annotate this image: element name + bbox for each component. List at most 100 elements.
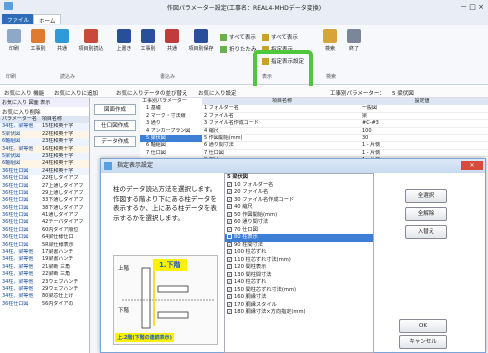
favorite-row[interactable]: 36柱仕口図 41通しダイアフ (0, 212, 89, 219)
checkbox[interactable]: ✓ (227, 294, 232, 299)
favorite-row[interactable]: 34柱、梁等他 17梁書ハンチ (0, 249, 89, 256)
tab-display[interactable]: 表示 (40, 100, 50, 106)
show-all-command[interactable]: すべて表示 (262, 33, 298, 42)
tree-item[interactable]: 7 仕口図 (140, 150, 202, 157)
checkbox[interactable]: ✓ (227, 301, 232, 307)
save-item-button[interactable]: 項目別保存 (184, 29, 218, 52)
checklist-item[interactable]: ✓ 20 ファイル名 (225, 189, 373, 197)
overwrite-button[interactable]: 上書き (112, 29, 136, 52)
clear-all-button[interactable]: 全解除 (405, 207, 447, 221)
create-drawing-button[interactable]: 図面作成 (94, 104, 136, 115)
grid-cell-value[interactable]: 梁 (362, 113, 482, 119)
favorite-row[interactable]: 34柱、梁等他 80梁芯仕上げ (0, 293, 89, 300)
tree-root[interactable]: 工事別パラメーター (140, 98, 202, 105)
tab-home[interactable]: ホーム (33, 14, 62, 25)
checklist-item[interactable]: 80 柱表示 (225, 234, 373, 242)
checkbox[interactable]: ✓ (227, 279, 232, 284)
favorite-row[interactable]: 36柱仕口図 38下通しダイアフ (0, 205, 89, 212)
checklist-item[interactable]: ✓ 100 柱芯ずれ (225, 249, 373, 257)
favorite-row[interactable]: 36柱仕口図 60内ダイア順位 (0, 227, 89, 234)
select-all-button[interactable]: 全選択 (405, 189, 447, 203)
favorite-row[interactable]: 34柱、梁等他 16柱和英十字 (0, 145, 89, 153)
checklist-item[interactable]: ✓ 110 柱芯ずれ寸法(mm) (225, 256, 373, 265)
expand-all-command[interactable]: すべて表示 (220, 33, 256, 42)
favorite-row[interactable]: 34柱、梁等他 15柱和英十字 (0, 123, 89, 131)
checkbox[interactable]: ✓ (227, 189, 232, 194)
tree-item[interactable]: 2 マーク・寸法線 (140, 113, 202, 120)
load-project-button[interactable]: 工事別 (26, 29, 50, 52)
close-icon[interactable]: ✕ (461, 161, 483, 170)
favorite-row[interactable]: 36柱仕口図 5R梁仕様表示 (0, 242, 89, 249)
grid-row[interactable]: 3 ファイル名作成コード #C-#3 (202, 120, 488, 128)
create-data-button[interactable]: データ作成 (94, 136, 136, 147)
favorite-row[interactable]: 5梁伏図 23柱和英十字 (0, 152, 89, 161)
checkbox[interactable]: ✓ (227, 226, 232, 232)
create-joint-button[interactable]: 仕口図作成 (94, 120, 136, 131)
save-project-button[interactable]: 工事別 (136, 29, 160, 52)
tree-item[interactable]: 4 アンカープラン図 (140, 128, 202, 135)
checkbox[interactable]: ✓ (227, 211, 232, 217)
fav-sort-button[interactable]: お気に入りデータの並び替え (116, 89, 188, 97)
favorite-row[interactable]: 36柱仕口図 33下通しダイアフ (0, 197, 89, 204)
window-controls-icon[interactable]: － □ × (460, 2, 484, 12)
favorite-row[interactable]: 34柱、梁等他 22梁断 三角 (0, 271, 89, 278)
checklist-item[interactable]: ✓ 60 通り間寸法 (225, 219, 373, 227)
checklist-item[interactable]: ✓ 90 柱間寸法 (225, 241, 373, 250)
grid-row[interactable]: 2 ファイル名 梁 (202, 113, 488, 121)
favorite-row[interactable]: 34柱、梁等他 29ウェブハンチ (0, 286, 89, 293)
favorite-row[interactable]: 36柱仕口図 64梁仕様仕口 (0, 234, 89, 241)
item-checklist[interactable]: 5 梁伏図 ✓ 10 フォルダー名 ✓ 20 ファイル名 ✓ 30 ファイル名作成コード ✓… (224, 173, 374, 353)
checklist-item[interactable]: ✓ 150 間柱芯ずれ寸法(mm) (225, 286, 373, 295)
fav-settings-button[interactable]: お気に入り設定 (198, 89, 237, 97)
favorite-row[interactable]: 36柱仕口図 29上通しダイアフ (0, 190, 89, 197)
exit-button[interactable]: 終了 (342, 29, 366, 52)
checklist-item[interactable]: ✓ 120 間柱表示 (225, 264, 373, 272)
checkbox[interactable]: ✓ (227, 286, 232, 292)
grid-row[interactable]: 5 作図開始(mm) 30 (202, 135, 488, 143)
tab-file[interactable]: ファイル (2, 14, 35, 24)
grid-cell-value[interactable]: 100 (362, 128, 482, 134)
option-lower-floor[interactable]: 1.下階 (153, 259, 187, 271)
print-button[interactable]: 印刷 (2, 29, 26, 52)
checklist-item[interactable]: ✓ 170 胴縁スタイル (225, 301, 373, 310)
grid-cell-value[interactable]: 1 - 片側 (362, 150, 482, 156)
tree-item[interactable]: 3 通り (140, 120, 202, 127)
checklist-item[interactable]: ✓ 30 ファイル名作成コード (225, 196, 373, 205)
grid-cell-value[interactable]: 1 - 片側 (362, 142, 482, 148)
tree-item[interactable]: 1 基礎 (140, 105, 202, 112)
search-button[interactable]: 検索 (318, 29, 342, 52)
checklist-item[interactable]: ✓ 180 胴縁寸法×方向指定(mm) (225, 309, 373, 317)
checkbox[interactable]: ✓ (227, 204, 232, 209)
option-upper-floor[interactable]: 上.2階(下階の連続表示) (115, 333, 174, 342)
favorite-row[interactable]: 34柱、梁等他 19梁書ハンチ (0, 256, 89, 263)
ok-button[interactable]: OK (399, 319, 447, 333)
load-common-button[interactable]: 共通 (50, 29, 74, 52)
checkbox[interactable]: ✓ (227, 241, 232, 247)
checkbox[interactable]: ✓ (227, 219, 232, 224)
grid-row[interactable]: 1 フォルダー名 一般図 (202, 105, 488, 113)
checklist-item[interactable]: ✓ 50 作図開始(mm) (225, 211, 373, 220)
checkbox[interactable]: ✓ (227, 256, 232, 262)
checkbox[interactable]: ✓ (227, 309, 232, 314)
checklist-item[interactable]: ✓ 70 仕口図 (225, 226, 373, 235)
load-item-button[interactable]: 項目別読込 (74, 29, 108, 52)
favorite-row[interactable]: 6軸組図 23柱和英十字 (0, 138, 89, 146)
fav-add-button[interactable]: お気に入りに追加 (54, 89, 98, 97)
checkbox[interactable] (227, 234, 232, 239)
favorite-row[interactable]: 34柱、梁等他 21梁断 三角 (0, 264, 89, 271)
favorite-row[interactable]: 5梁伏図 22柱和英十字 (0, 130, 89, 139)
grid-row[interactable]: 7 仕口図 1 - 片側 (202, 150, 488, 158)
checklist-item[interactable]: ✓ 130 間柱間寸法 (225, 271, 373, 280)
tab-favorites[interactable]: お気に入り (2, 100, 27, 106)
checkbox[interactable]: ✓ (227, 181, 232, 187)
favorite-row[interactable]: 36柱仕口図 24柱和英十字 (0, 167, 89, 176)
checkbox[interactable]: ✓ (227, 264, 232, 269)
tree-item-selected[interactable]: 5 梁伏図 (140, 134, 202, 143)
grid-row[interactable]: 6 通り間寸法 1 - 片側 (202, 142, 488, 150)
grid-row[interactable]: 4 縮尺 100 (202, 128, 488, 135)
fav-function[interactable]: お気に入り 機能 (4, 89, 44, 97)
checkbox[interactable]: ✓ (227, 249, 232, 254)
checklist-item[interactable]: ✓ 160 胴縁寸法 (225, 294, 373, 302)
favorite-row[interactable]: 34柱、梁等他 23ウェブハンチ (0, 279, 89, 286)
checkbox[interactable]: ✓ (227, 271, 232, 277)
